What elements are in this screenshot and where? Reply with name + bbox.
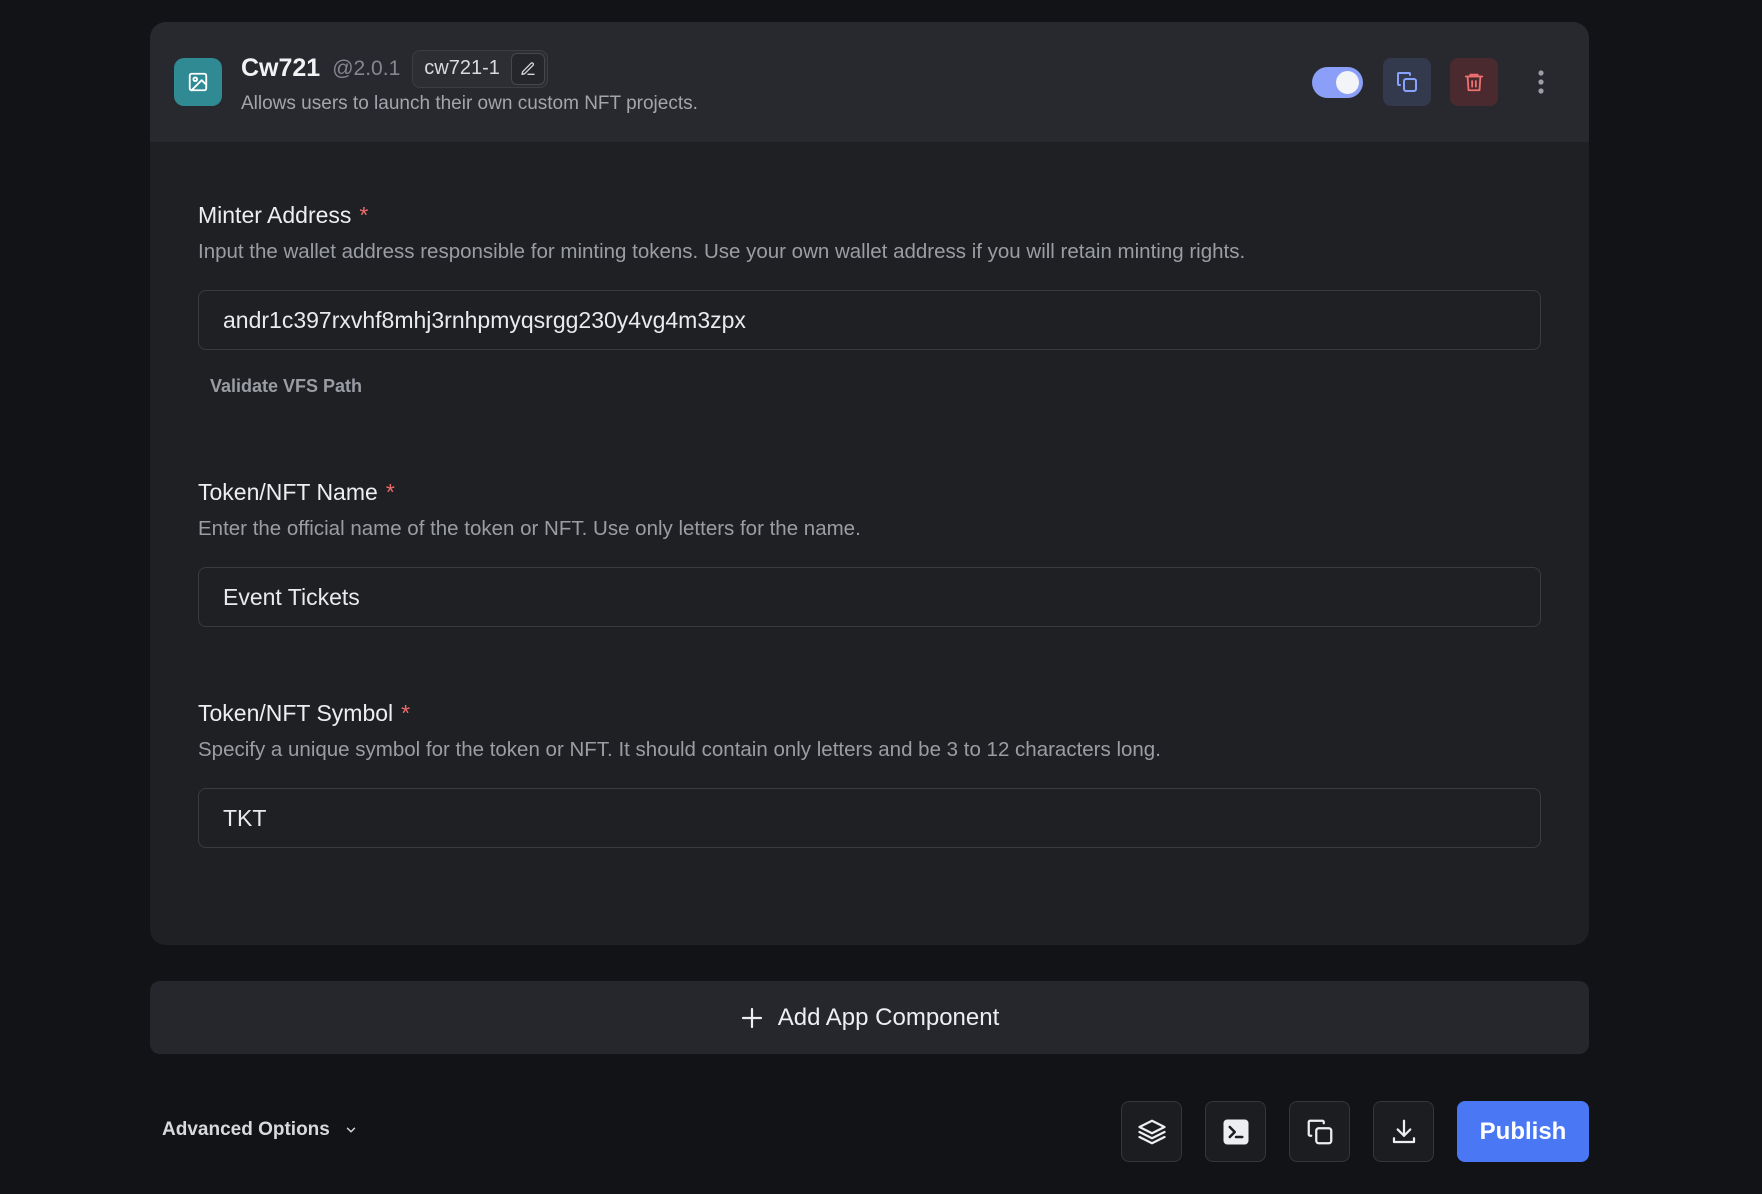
duplicate-button[interactable] xyxy=(1383,58,1431,106)
component-title: Cw721 xyxy=(241,54,321,82)
field-label: Token/NFT Symbol xyxy=(198,699,394,726)
terminal-icon xyxy=(1223,1119,1248,1144)
trash-icon xyxy=(1464,73,1484,92)
copy-icon xyxy=(1397,72,1417,92)
token-name-field: Token/NFT Name * Enter the official name… xyxy=(198,477,1541,627)
instance-name-chip: cw721-1 xyxy=(412,49,548,88)
publish-button[interactable]: Publish xyxy=(1457,1101,1589,1162)
field-label: Token/NFT Name xyxy=(198,478,378,505)
required-mark: * xyxy=(385,478,395,505)
token-name-input[interactable] xyxy=(198,567,1541,627)
component-header: Cw721 @2.0.1 cw721-1 Allows users to lau… xyxy=(150,22,1589,142)
enable-toggle[interactable] xyxy=(1312,66,1363,98)
download-button[interactable] xyxy=(1373,1101,1434,1162)
field-label: Minter Address xyxy=(198,201,352,228)
toggle-knob xyxy=(1336,70,1359,94)
copy-icon xyxy=(1307,1119,1332,1144)
advanced-options-label: Advanced Options xyxy=(162,1119,330,1140)
add-app-component-button[interactable]: Add App Component xyxy=(150,981,1589,1054)
field-help: Input the wallet address responsible for… xyxy=(198,240,1246,263)
delete-button[interactable] xyxy=(1450,58,1498,106)
more-options-button[interactable] xyxy=(1517,58,1565,106)
advanced-options-toggle[interactable]: Advanced Options xyxy=(162,1119,358,1141)
layers-icon xyxy=(1137,1119,1166,1144)
download-icon xyxy=(1392,1119,1415,1143)
minter-address-input[interactable] xyxy=(198,290,1541,350)
component-version: @2.0.1 xyxy=(332,56,401,80)
instance-name: cw721-1 xyxy=(424,57,500,79)
component-description: Allows users to launch their own custom … xyxy=(241,92,698,114)
required-mark: * xyxy=(401,699,411,726)
plus-icon xyxy=(741,1007,762,1028)
layers-button[interactable] xyxy=(1121,1101,1182,1162)
terminal-button[interactable] xyxy=(1205,1101,1266,1162)
pencil-icon xyxy=(521,61,535,75)
field-help: Enter the official name of the token or … xyxy=(198,517,861,540)
minter-address-field: Minter Address * Input the wallet addres… xyxy=(198,200,1541,397)
token-symbol-input[interactable] xyxy=(198,788,1541,848)
validate-vfs-path-link[interactable]: Validate VFS Path xyxy=(210,376,362,397)
edit-name-button[interactable] xyxy=(510,52,545,85)
image-icon xyxy=(174,58,222,106)
more-vertical-icon xyxy=(1538,70,1544,94)
token-symbol-field: Token/NFT Symbol * Specify a unique symb… xyxy=(198,698,1541,848)
required-mark: * xyxy=(359,201,369,228)
chevron-down-icon xyxy=(346,1127,356,1133)
component-card: Cw721 @2.0.1 cw721-1 Allows users to lau… xyxy=(150,22,1589,945)
field-help: Specify a unique symbol for the token or… xyxy=(198,738,1161,761)
copy-button[interactable] xyxy=(1289,1101,1350,1162)
add-app-component-label: Add App Component xyxy=(777,1003,1000,1031)
footer-bar: Advanced Options Publish xyxy=(150,1101,1589,1162)
